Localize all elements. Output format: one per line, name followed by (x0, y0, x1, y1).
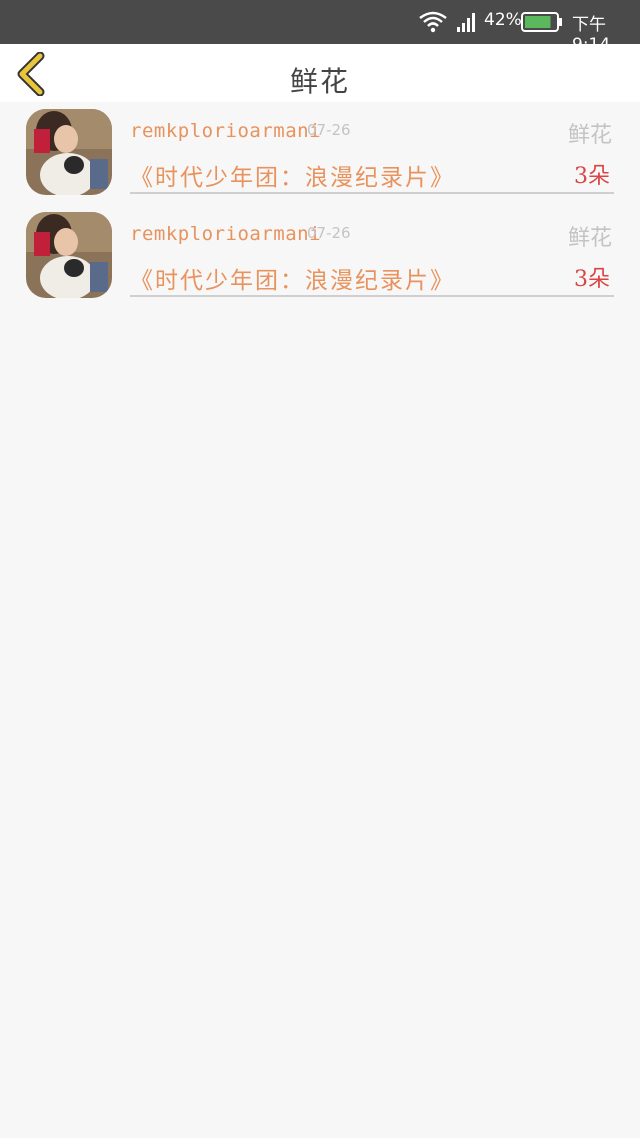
item-date: 07-26 (307, 224, 351, 242)
avatar[interactable] (26, 109, 112, 195)
avatar-image (26, 109, 112, 195)
header: 鲜花 (0, 44, 640, 102)
page-title: 鲜花 (289, 65, 350, 98)
divider (130, 192, 614, 194)
item-date: 07-26 (307, 121, 351, 139)
signal-icon (457, 13, 475, 32)
gift-count: 3朵 (574, 267, 610, 292)
user-name[interactable]: remkplorioarmani (130, 120, 321, 142)
avatar[interactable] (26, 212, 112, 298)
gift-type: 鲜花 (567, 123, 612, 148)
list-item[interactable]: remkplorioarmani 07-26 鲜花 《时代少年团：浪漫纪录片》 … (0, 102, 640, 204)
battery-icon (521, 12, 562, 32)
status-bar: 42% 下午9:14 (0, 0, 640, 55)
divider (130, 295, 614, 297)
wifi-icon (419, 11, 447, 33)
battery-percent: 42% (484, 10, 522, 30)
user-name[interactable]: remkplorioarmani (130, 223, 321, 245)
list-item[interactable]: remkplorioarmani 07-26 鲜花 《时代少年团：浪漫纪录片》 … (0, 205, 640, 307)
avatar-image (26, 212, 112, 298)
work-title[interactable]: 《时代少年团：浪漫纪录片》 (130, 158, 455, 192)
gift-count: 3朵 (574, 164, 610, 189)
gift-type: 鲜花 (567, 226, 612, 251)
work-title[interactable]: 《时代少年团：浪漫纪录片》 (130, 261, 455, 295)
